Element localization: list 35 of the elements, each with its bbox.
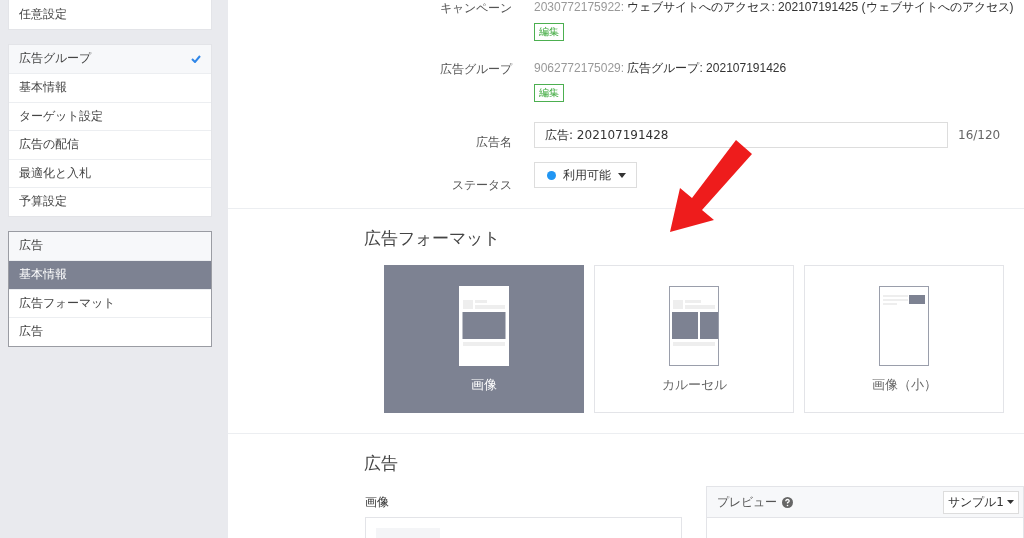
- sample-dropdown[interactable]: サンプル1: [943, 490, 1019, 514]
- format-label: カルーセル: [661, 376, 727, 394]
- sidebar-item[interactable]: 広告フォーマット: [9, 288, 211, 317]
- format-label: 画像: [471, 376, 497, 394]
- id-text: 9062772175029:: [534, 61, 625, 75]
- sidebar-item[interactable]: 基本情報: [9, 73, 211, 102]
- group-title: 広告: [19, 237, 43, 255]
- id-text: 2030772175922:: [534, 0, 625, 14]
- sidebar-item[interactable]: 広告の配信: [9, 130, 211, 159]
- field-label: ステータス: [451, 176, 512, 194]
- format-label: 画像（小）: [871, 376, 937, 394]
- preview-title: プレビュー: [717, 493, 777, 511]
- format-option[interactable]: 画像: [384, 265, 584, 413]
- sidebar-group-header[interactable]: 広告グループ: [9, 44, 211, 73]
- sidebar-item[interactable]: ターゲット設定: [9, 101, 211, 130]
- sidebar-item[interactable]: 広告: [9, 317, 211, 346]
- sidebar-item[interactable]: 予算設定: [9, 187, 211, 216]
- character-counter: 16/120: [958, 128, 1001, 142]
- sidebar-item[interactable]: 任意設定: [9, 0, 211, 29]
- status-dropdown[interactable]: 利用可能: [534, 162, 637, 188]
- section-heading: 広告フォーマット: [364, 227, 501, 250]
- name-text: ウェブサイトへのアクセス: 202107191425 (ウェブサイトへのアクセス): [627, 0, 1014, 14]
- group-title: 広告グループ: [19, 50, 91, 68]
- field-label: キャンペーン: [439, 0, 512, 17]
- field-label: 画像: [365, 494, 390, 511]
- field-label: 広告グループ: [439, 61, 512, 78]
- sidebar-item[interactable]: 最適化と入札: [9, 158, 211, 187]
- format-option[interactable]: 画像（小）: [804, 265, 1004, 413]
- section-heading: 広告: [364, 452, 399, 475]
- format-option[interactable]: カルーセル: [594, 265, 794, 413]
- field-label: 広告名: [475, 133, 512, 151]
- sidebar-item[interactable]: 基本情報: [9, 260, 211, 289]
- sidebar-group-header[interactable]: 広告: [9, 231, 211, 260]
- ad-name-field[interactable]: 広告: 202107191428: [534, 122, 948, 148]
- name-text: 広告グループ: 202107191426: [627, 61, 787, 75]
